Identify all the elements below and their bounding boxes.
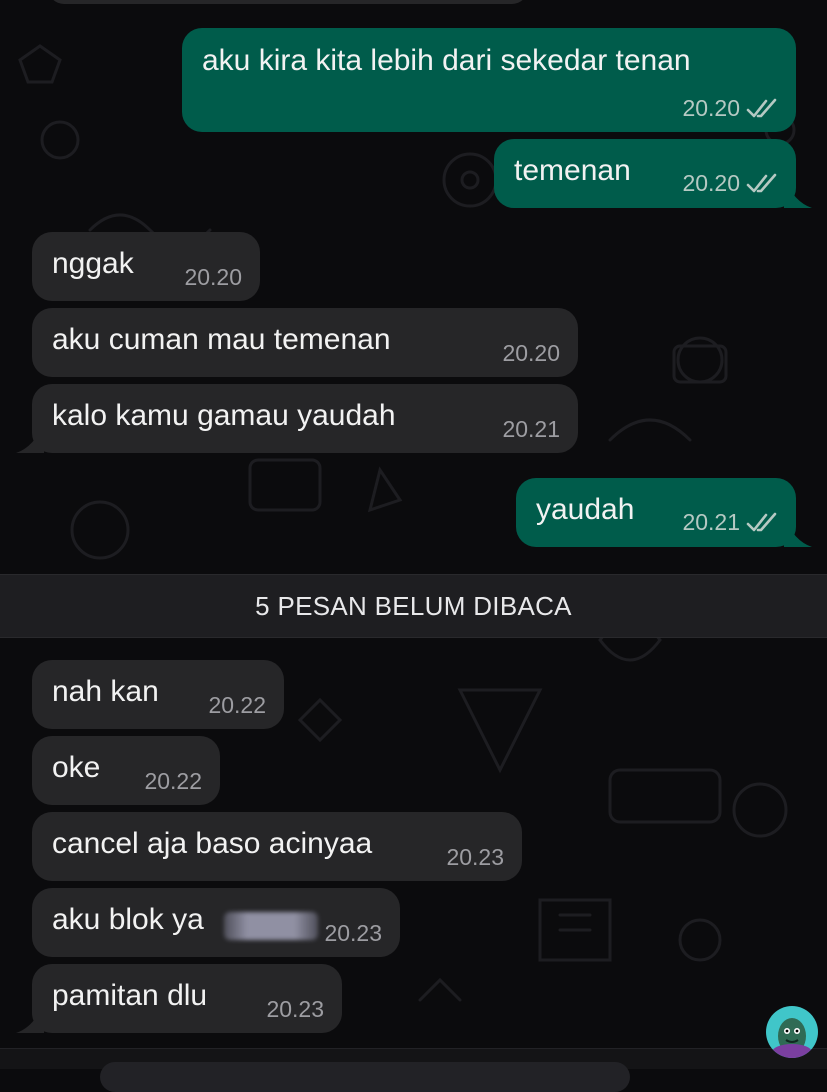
- chat-area[interactable]: aku kira kita lebih dari sekedar tenan 2…: [0, 0, 827, 1068]
- message-text: aku kira kita lebih dari sekedar tenan: [202, 44, 691, 77]
- message-meta: 20.23: [446, 844, 504, 871]
- message-bubble-incoming[interactable]: nggak 20.20: [32, 232, 260, 301]
- message-text: nah kan: [52, 675, 159, 708]
- bubble-tail: [16, 1003, 44, 1033]
- message-meta: 20.22: [208, 692, 266, 719]
- read-double-tick-icon: [746, 173, 777, 192]
- message-time: 20.22: [144, 768, 202, 794]
- message-time: 20.23: [324, 920, 382, 946]
- redaction-blur: [224, 912, 318, 940]
- message-meta: 20.23: [324, 920, 382, 947]
- message-text: pamitan dlu: [52, 979, 208, 1012]
- message-input[interactable]: [100, 1062, 630, 1092]
- message-text: temenan: [514, 154, 631, 187]
- message-bubble-incoming[interactable]: nah kan 20.22: [32, 660, 284, 729]
- bubble-tail: [784, 178, 812, 208]
- message-time: 20.21: [502, 416, 560, 442]
- message-time: 20.22: [208, 692, 266, 718]
- message-bubble-outgoing[interactable]: temenan 20.20: [494, 139, 796, 208]
- message-time: 20.20: [502, 340, 560, 366]
- read-double-tick-icon: [746, 512, 777, 531]
- message-text: oke: [52, 751, 101, 784]
- bubble-tail: [16, 423, 44, 453]
- message-bubble-incoming[interactable]: aku blok ya 20.23: [32, 888, 400, 957]
- message-meta: 20.20: [682, 95, 778, 122]
- message-time: 20.20: [184, 264, 242, 290]
- message-time: 20.23: [266, 996, 324, 1022]
- message-text: nggak: [52, 247, 134, 280]
- message-meta: 20.22: [144, 768, 202, 795]
- cartoon-avatar-icon: [766, 1006, 818, 1058]
- message-time: 20.20: [682, 95, 740, 121]
- message-meta: 20.20: [682, 170, 778, 197]
- message-bubble-outgoing[interactable]: aku kira kita lebih dari sekedar tenan 2…: [182, 28, 796, 132]
- message-meta: 20.23: [266, 996, 324, 1023]
- read-double-tick-icon: [746, 98, 777, 117]
- message-text: aku blok ya: [52, 903, 204, 936]
- bubble-tail: [784, 517, 812, 547]
- message-bubble-incoming[interactable]: aku cuman mau temenan 20.20: [32, 308, 578, 377]
- message-meta: 20.21: [502, 416, 560, 443]
- message-time: 20.21: [682, 509, 740, 535]
- message-bubble-incoming[interactable]: pamitan dlu 20.23: [32, 964, 342, 1033]
- message-meta: 20.20: [184, 264, 242, 291]
- message-bubble-incoming[interactable]: kalo kamu gamau yaudah 20.21: [32, 384, 578, 453]
- message-time: 20.23: [446, 844, 504, 870]
- message-text: aku cuman mau temenan: [52, 323, 391, 356]
- message-text: yaudah: [536, 493, 635, 526]
- unread-messages-divider: 5 PESAN BELUM DIBACA: [0, 574, 827, 638]
- message-meta: 20.21: [682, 509, 778, 536]
- message-meta: 20.20: [502, 340, 560, 367]
- message-time: 20.20: [682, 170, 740, 196]
- message-bubble-outgoing[interactable]: yaudah 20.21: [516, 478, 796, 547]
- message-bubble-incoming[interactable]: cancel aja baso acinyaa 20.23: [32, 812, 522, 881]
- message-bubble-incoming[interactable]: oke 20.22: [32, 736, 220, 805]
- message-text: kalo kamu gamau yaudah: [52, 399, 396, 432]
- previous-bubble-edge: [48, 0, 528, 4]
- message-text: cancel aja baso acinyaa: [52, 827, 373, 860]
